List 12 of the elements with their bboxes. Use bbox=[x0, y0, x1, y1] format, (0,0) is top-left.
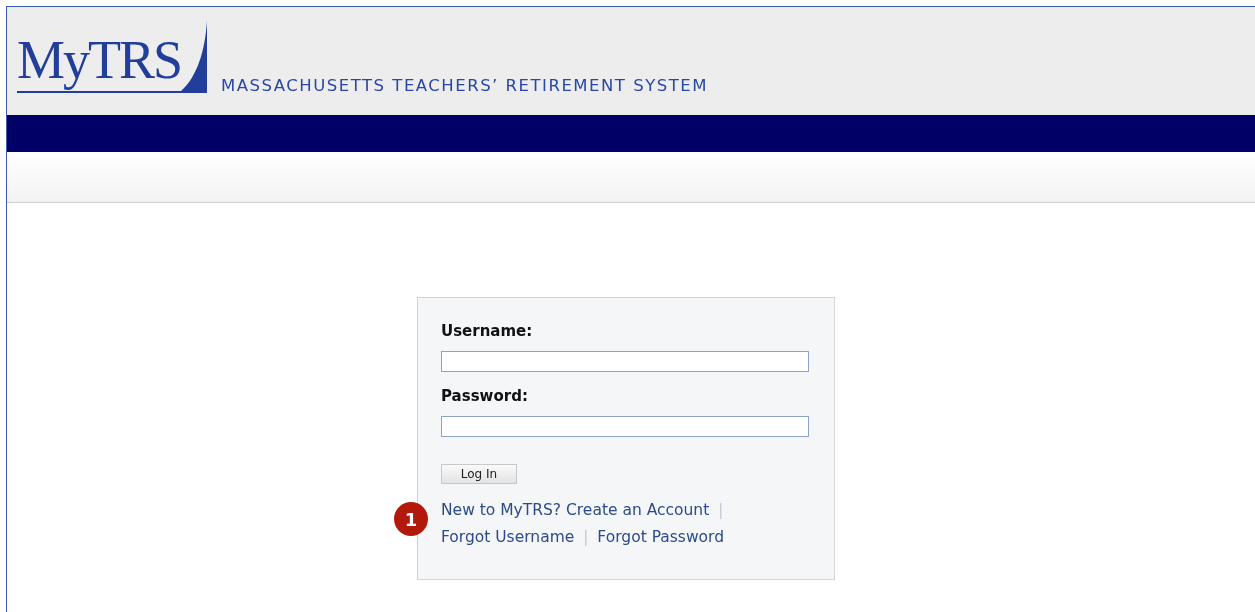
link[interactable]: New to MyTRS? Create an Account bbox=[441, 500, 710, 519]
site-title: MASSACHUSETTS TEACHERS’ RETIREMENT SYSTEM bbox=[221, 76, 708, 95]
link[interactable]: Forgot Password bbox=[597, 527, 725, 546]
callout-badge: 1 bbox=[394, 502, 428, 536]
separator: | bbox=[583, 527, 589, 546]
input-field[interactable] bbox=[441, 351, 809, 372]
separator: | bbox=[718, 500, 724, 519]
link[interactable]: Forgot Username bbox=[441, 527, 575, 546]
input-field[interactable] bbox=[441, 416, 809, 437]
login-button[interactable]: Log In bbox=[441, 464, 517, 484]
field-label: Username: bbox=[441, 322, 534, 340]
field-label: Password: bbox=[441, 387, 529, 405]
